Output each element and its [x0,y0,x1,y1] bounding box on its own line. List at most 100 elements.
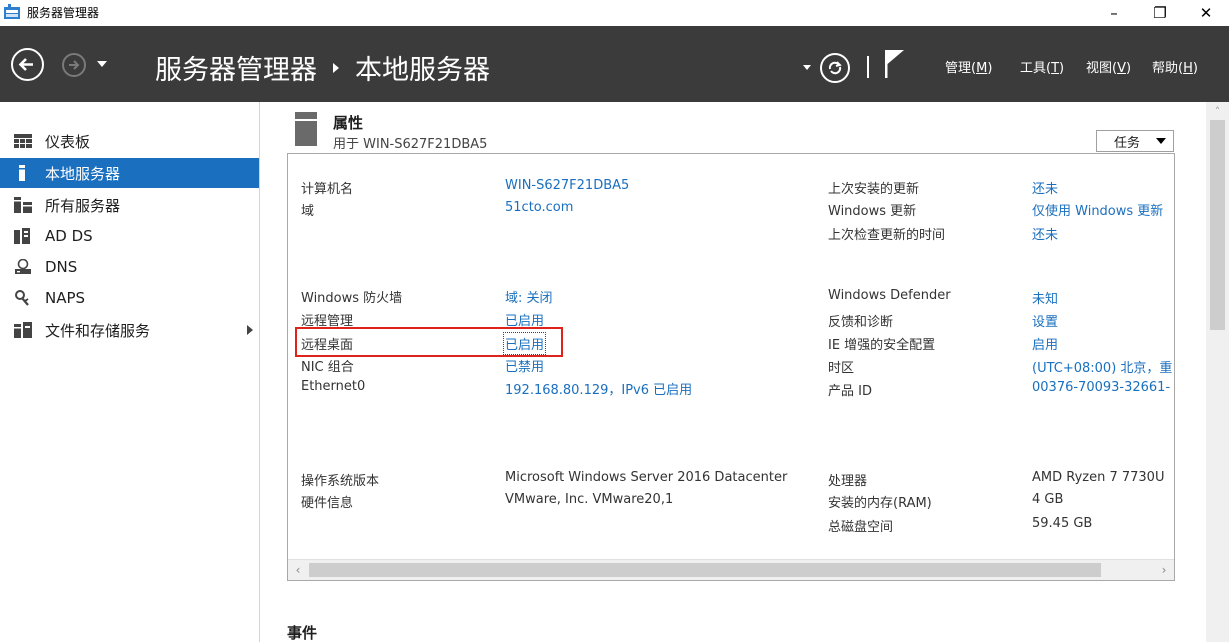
prop-value-windows-update[interactable]: 仅使用 Windows 更新 [1032,200,1163,219]
sidebar-item-label: 所有服务器 [45,196,121,215]
restore-button[interactable]: ❐ [1137,0,1183,26]
scroll-right-icon[interactable]: › [1154,560,1174,580]
horizontal-scroll-thumb[interactable] [309,563,1101,577]
prop-value-ram: 4 GB [1032,492,1064,507]
prop-label-computer-name: 计算机名 [301,182,354,197]
menu-view-label: 视图 [1086,61,1113,76]
expand-arrow-icon[interactable] [247,325,253,335]
chevron-down-icon [1156,138,1166,144]
sidebar-item-local-server[interactable]: 本地服务器 [0,158,259,188]
prop-value-nic-teaming[interactable]: 已禁用 [505,356,544,375]
breadcrumb-current: 本地服务器 [355,55,490,86]
sidebar-item-label: 文件和存储服务 [45,321,151,340]
prop-value-domain[interactable]: 51cto.com [505,200,573,215]
vertical-scroll-thumb[interactable] [1210,120,1225,330]
refresh-icon [828,61,842,75]
window-title: 服务器管理器 [27,6,100,20]
prop-label-product-id: 产品 ID [828,384,872,399]
prop-label-os-version: 操作系统版本 [301,474,380,489]
prop-label-hardware: 硬件信息 [301,496,354,511]
sidebar-item-adds[interactable]: AD DS [0,221,259,251]
tasks-label: 任务 [1114,135,1141,151]
menu-view[interactable]: 视图(V) [1086,57,1131,76]
naps-icon [15,290,29,306]
back-arrow-icon [18,58,33,71]
prop-label-domain: 域 [301,204,315,219]
prop-label-defender: Windows Defender [828,288,951,303]
prop-label-last-update: 上次安装的更新 [828,182,920,197]
prop-value-feedback[interactable]: 设置 [1032,311,1058,330]
breadcrumb-root[interactable]: 服务器管理器 [155,55,317,86]
sidebar-item-label: AD DS [45,227,93,245]
dns-icon [15,259,31,274]
prop-label-firewall: Windows 防火墙 [301,291,403,306]
menu-help-label: 帮助 [1152,61,1179,76]
prop-label-feedback: 反馈和诊断 [828,315,894,330]
prop-value-ethernet0[interactable]: 192.168.80.129，IPv6 已启用 [505,379,692,398]
server-manager-app-icon [4,4,20,19]
prop-value-computer-name[interactable]: WIN-S627F21DBA5 [505,178,629,193]
properties-horizontal-scrollbar[interactable]: ‹ › [288,559,1174,580]
menu-tools-key: T [1051,61,1060,76]
sidebar-item-label: DNS [45,258,78,276]
prop-label-windows-update: Windows 更新 [828,204,917,219]
prop-label-ethernet0: Ethernet0 [301,379,366,394]
menu-manage[interactable]: 管理(M) [945,57,992,76]
breadcrumb-dropdown-icon[interactable] [803,65,811,70]
prop-label-last-check: 上次检查更新的时间 [828,228,946,243]
prop-value-os-version: Microsoft Windows Server 2016 Datacenter [505,470,788,485]
local-server-icon [19,165,25,181]
notifications-flag-icon[interactable] [882,48,912,80]
main-vertical-scrollbar[interactable]: ˄ [1206,102,1229,642]
prop-value-last-check[interactable]: 还未 [1032,224,1058,243]
scroll-up-icon[interactable]: ˄ [1206,102,1229,120]
prop-label-timezone: 时区 [828,361,855,376]
menu-tools-label: 工具 [1020,61,1047,76]
properties-server-icon [295,112,317,146]
back-button[interactable] [11,48,44,81]
close-button[interactable]: ✕ [1183,0,1229,26]
forward-button[interactable] [62,53,86,77]
header-divider [867,56,869,78]
sidebar-item-all-servers[interactable]: 所有服务器 [0,190,259,220]
minimize-button[interactable]: – [1091,0,1137,26]
events-title: 事件 [287,624,318,642]
properties-title: 属性 [333,114,364,132]
breadcrumb: 服务器管理器 本地服务器 [155,48,490,87]
prop-value-firewall[interactable]: 域: 关闭 [505,287,553,306]
sidebar: 仪表板 本地服务器 所有服务器 AD DS DNS NAPS 文件和存储服务 [0,102,260,642]
menu-tools[interactable]: 工具(T) [1020,57,1064,76]
adds-icon [14,228,30,244]
prop-value-product-id[interactable]: 00376-70093-32661- [1032,380,1170,395]
prop-label-nic-teaming: NIC 组合 [301,360,354,375]
refresh-button[interactable] [820,53,850,83]
sidebar-item-dns[interactable]: DNS [0,252,259,282]
sidebar-item-label: 本地服务器 [45,164,121,183]
tasks-dropdown[interactable]: 任务 [1096,130,1174,152]
history-dropdown-icon[interactable] [97,61,107,67]
main-content: 属性 用于 WIN-S627F21DBA5 任务 计算机名 域 Windows … [261,102,1206,642]
prop-value-defender[interactable]: 未知 [1032,288,1058,307]
prop-value-timezone[interactable]: (UTC+08:00) 北京，重 [1032,357,1172,376]
sidebar-item-label: 仪表板 [45,132,91,151]
prop-value-hardware: VMware, Inc. VMware20,1 [505,492,674,507]
prop-value-disk: 59.45 GB [1032,516,1093,531]
sidebar-item-label: NAPS [45,289,86,307]
prop-value-last-update[interactable]: 还未 [1032,178,1058,197]
menu-manage-key: M [976,61,988,76]
prop-label-ie-esc: IE 增强的安全配置 [828,338,936,353]
menu-help[interactable]: 帮助(H) [1152,57,1198,76]
dashboard-icon [14,134,32,148]
prop-label-disk: 总磁盘空间 [828,520,894,535]
scroll-left-icon[interactable]: ‹ [288,560,308,580]
title-bar: 服务器管理器 – ❐ ✕ [0,0,1229,26]
breadcrumb-separator-icon [333,63,339,73]
menu-view-key: V [1117,61,1126,76]
menu-manage-label: 管理 [945,61,972,76]
file-storage-icon [14,322,32,338]
menu-help-key: H [1183,61,1193,76]
prop-value-ie-esc[interactable]: 启用 [1032,334,1058,353]
sidebar-item-naps[interactable]: NAPS [0,283,259,313]
sidebar-item-file-storage[interactable]: 文件和存储服务 [0,315,259,345]
sidebar-item-dashboard[interactable]: 仪表板 [0,126,259,156]
